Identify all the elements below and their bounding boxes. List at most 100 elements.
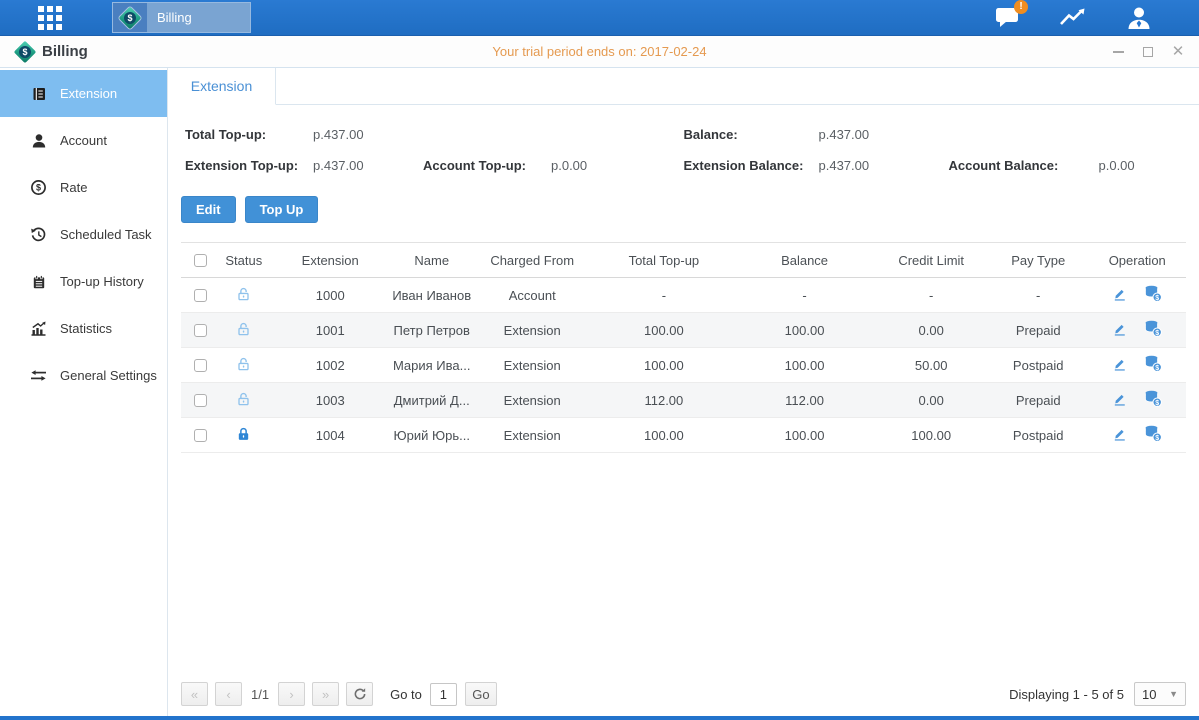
topup-icon[interactable]: $ [1144,425,1162,442]
pagination-bar: « ‹ 1/1 › » Go to Go Display [181,682,1186,708]
cell-pay-type: Postpaid [988,418,1089,453]
reports-button[interactable] [1057,5,1089,31]
cell-balance: - [735,278,875,313]
taskbar-tab-label: Billing [147,3,250,32]
goto-page-input[interactable] [430,683,457,706]
cell-name: Юрий Юрь... [392,418,471,453]
topup-icon[interactable]: $ [1144,285,1162,302]
status-lock-icon [236,426,251,442]
svg-text:$: $ [1155,435,1159,442]
sidebar-item-rate[interactable]: $ Rate [0,164,167,211]
status-lock-icon [236,356,251,372]
window-title-text: Billing [42,43,88,60]
edit-icon[interactable] [1112,286,1127,302]
row-checkbox[interactable] [194,394,207,407]
edit-icon[interactable] [1112,426,1127,442]
goto-label: Go to [390,687,422,702]
cell-total-topup: - [593,278,735,313]
cell-extension: 1004 [268,418,392,453]
topup-icon[interactable]: $ [1144,390,1162,407]
person-icon [30,132,47,149]
user-menu-button[interactable] [1123,5,1155,31]
extension-topup-value: p.437.00 [313,158,423,173]
sidebar-item-label: Extension [60,86,117,101]
cell-total-topup: 112.00 [593,383,735,418]
topup-icon[interactable]: $ [1144,320,1162,337]
cell-pay-type: Postpaid [988,348,1089,383]
tab-extension[interactable]: Extension [168,68,276,105]
next-page-button[interactable]: › [278,682,305,706]
cell-charged-from: Account [471,278,593,313]
minimize-button[interactable] [1111,45,1125,59]
edit-icon[interactable] [1112,356,1127,372]
svg-text:$: $ [1155,365,1159,372]
top-taskbar: $ Billing ! [0,0,1199,36]
main-panel: Extension Total Top-up: p.437.00 Extensi… [168,68,1199,716]
extension-balance-label: Extension Balance: [684,158,819,173]
row-checkbox[interactable] [194,324,207,337]
sidebar-item-top-up-history[interactable]: Top-up History [0,258,167,305]
window-bottom-edge [0,716,1199,720]
dollar-circle-icon: $ [30,179,47,196]
sidebar-item-statistics[interactable]: Statistics [0,305,167,352]
account-balance-value: p.0.00 [1099,158,1187,173]
refresh-button[interactable] [346,682,373,706]
last-page-button[interactable]: » [312,682,339,706]
ledger-icon [30,85,47,102]
messages-button[interactable]: ! [991,5,1023,31]
column-header-balance: Balance [735,243,875,278]
sidebar-item-label: Top-up History [60,274,144,289]
displaying-text: Displaying 1 - 5 of 5 [1009,687,1124,702]
notepad-icon [30,273,47,290]
sidebar-item-account[interactable]: Account [0,117,167,164]
edit-icon[interactable] [1112,321,1127,337]
total-topup-value: p.437.00 [313,127,423,142]
chart-icon [1058,6,1088,29]
column-header-status: Status [219,243,268,278]
cell-total-topup: 100.00 [593,313,735,348]
column-header-operation: Operation [1088,243,1186,278]
taskbar-tab-billing[interactable]: $ Billing [112,2,251,33]
cell-extension: 1001 [268,313,392,348]
svg-text:$: $ [1155,400,1159,407]
svg-text:$: $ [1155,330,1159,337]
first-page-button[interactable]: « [181,682,208,706]
sidebar-item-label: Account [60,133,107,148]
cell-extension: 1003 [268,383,392,418]
close-button[interactable]: ✕ [1171,45,1185,59]
top-up-button[interactable]: Top Up [245,196,319,223]
sidebar-item-label: Rate [60,180,87,195]
page-size-select[interactable]: 10 ▼ [1134,682,1186,706]
sidebar-item-extension[interactable]: Extension [0,70,167,117]
maximize-button[interactable] [1141,45,1155,59]
summary-panel: Total Top-up: p.437.00 Extension Top-up:… [181,119,1186,181]
cell-pay-type: Prepaid [988,313,1089,348]
app-launcher-button[interactable] [24,0,76,36]
extension-content: Total Top-up: p.437.00 Extension Top-up:… [168,105,1199,716]
sidebar-item-scheduled-task[interactable]: Scheduled Task [0,211,167,258]
sidebar-item-label: Scheduled Task [60,227,152,242]
topup-icon[interactable]: $ [1144,355,1162,372]
sidebar-item-label: General Settings [60,368,157,383]
extension-topup-label: Extension Top-up: [185,158,313,173]
column-header-extension: Extension [268,243,392,278]
tab-strip: Extension [168,68,1199,105]
edit-button[interactable]: Edit [181,196,236,223]
prev-page-button[interactable]: ‹ [215,682,242,706]
cell-credit-limit: - [874,278,988,313]
select-all-checkbox[interactable] [194,254,207,267]
row-checkbox[interactable] [194,289,207,302]
row-checkbox[interactable] [194,429,207,442]
sidebar-item-general-settings[interactable]: General Settings [0,352,167,399]
row-checkbox[interactable] [194,359,207,372]
table-row: 1004 Юрий Юрь... Extension 100.00 100.00… [181,418,1186,453]
go-button[interactable]: Go [465,682,497,706]
window-titlebar: $ Billing Your trial period ends on: 201… [0,36,1199,68]
account-balance-label: Account Balance: [949,158,1099,173]
cell-pay-type: Prepaid [988,383,1089,418]
total-topup-label: Total Top-up: [185,127,313,142]
edit-icon[interactable] [1112,391,1127,407]
cell-name: Дмитрий Д... [392,383,471,418]
bar-chart-icon [30,320,47,337]
table-header-row: StatusExtensionNameCharged FromTotal Top… [181,243,1186,278]
